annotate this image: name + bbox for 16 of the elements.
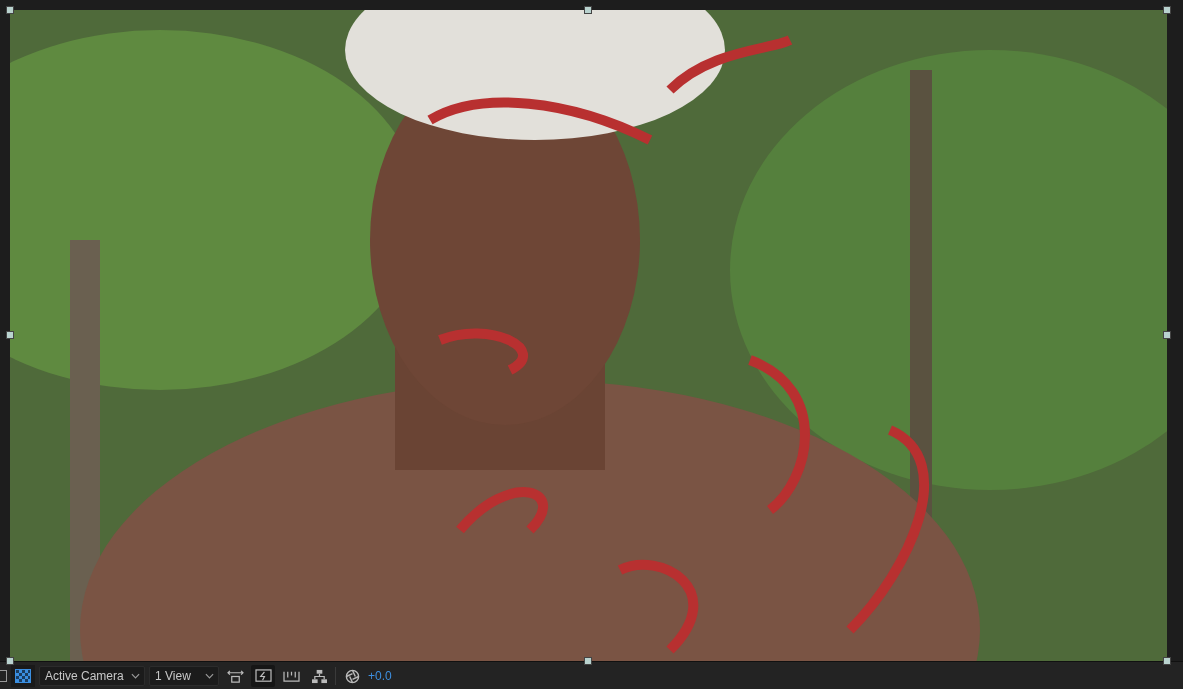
layer-handle[interactable] bbox=[1163, 6, 1171, 14]
fast-previews-button[interactable] bbox=[251, 665, 275, 687]
panel-icon[interactable] bbox=[0, 670, 7, 682]
transparency-grid-button[interactable] bbox=[11, 665, 35, 687]
layer-handle[interactable] bbox=[584, 6, 592, 14]
caret-icon bbox=[131, 673, 140, 679]
layer-handle[interactable] bbox=[584, 657, 592, 665]
layer-handle[interactable] bbox=[6, 657, 14, 665]
layer-handle[interactable] bbox=[1163, 331, 1171, 339]
layer-handle[interactable] bbox=[6, 331, 14, 339]
exposure-value[interactable]: +0.0 bbox=[368, 669, 392, 683]
view-layout-dropdown[interactable]: 1 View bbox=[149, 666, 219, 686]
camera-dropdown[interactable]: Active Camera bbox=[39, 666, 145, 686]
caret-icon bbox=[205, 673, 214, 679]
layer-handle[interactable] bbox=[1163, 657, 1171, 665]
layer-handle[interactable] bbox=[6, 6, 14, 14]
